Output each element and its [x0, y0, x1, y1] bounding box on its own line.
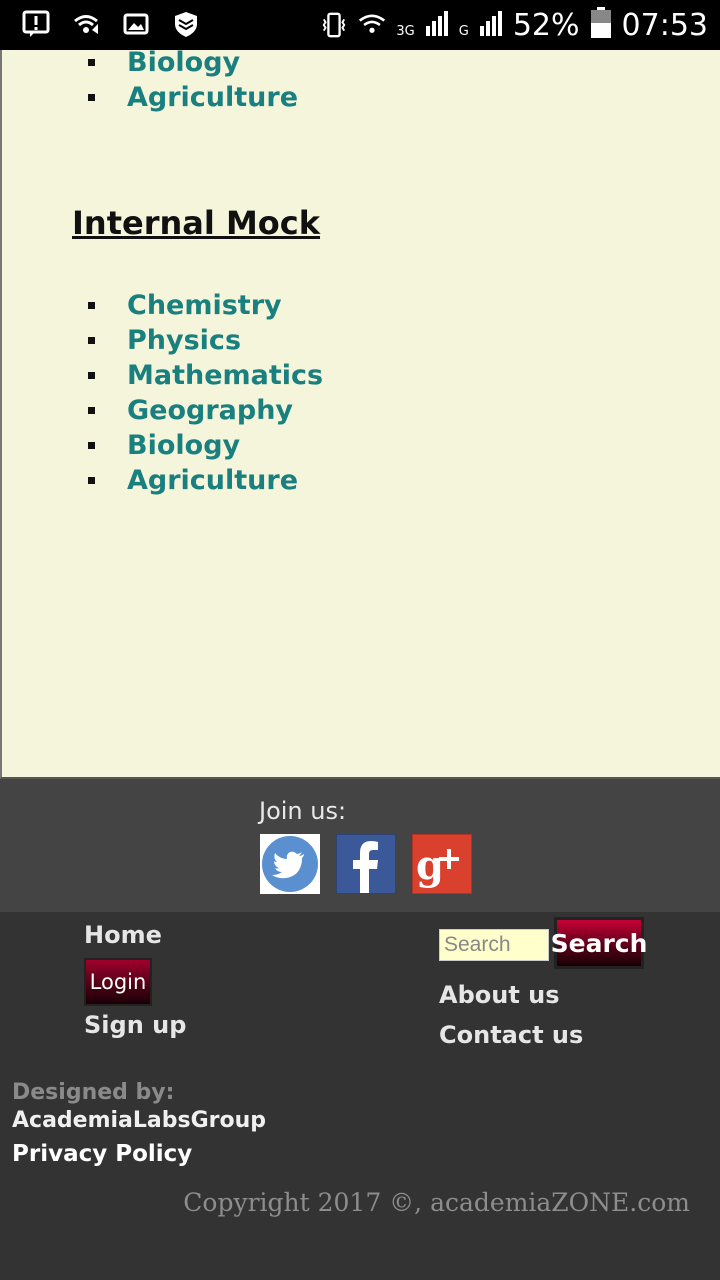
- bullet: [88, 442, 95, 449]
- status-bar: 3G G 52% 07:53: [0, 0, 720, 50]
- clock: 07:53: [621, 7, 708, 43]
- wifi-signal-icon: [72, 10, 100, 38]
- nav-link-contact[interactable]: Contact us: [439, 1021, 583, 1049]
- google-plus-icon[interactable]: g: [412, 834, 472, 894]
- list-item: Biology: [88, 50, 298, 80]
- list-item: Geography: [88, 393, 323, 428]
- bullet: [88, 59, 95, 66]
- search-button[interactable]: Search: [551, 917, 647, 969]
- svg-text:g: g: [416, 842, 444, 889]
- list-item: Agriculture: [88, 463, 323, 498]
- signal-icon: [479, 8, 503, 43]
- bullet: [88, 337, 95, 344]
- image-icon: [122, 10, 150, 38]
- shield-icon: [172, 10, 200, 38]
- nav-link-signup[interactable]: Sign up: [84, 1011, 186, 1039]
- bullet: [88, 477, 95, 484]
- subject-link-agriculture[interactable]: Agriculture: [127, 465, 298, 496]
- subject-link-biology[interactable]: Biology: [127, 50, 240, 78]
- battery-percent: 52%: [512, 7, 580, 43]
- mock-subject-list: Chemistry Physics Mathematics Geography …: [88, 288, 323, 498]
- list-item: Biology: [88, 428, 323, 463]
- bullet: [88, 94, 95, 101]
- vibrate-icon: [320, 11, 348, 39]
- nav-link-home[interactable]: Home: [84, 921, 162, 949]
- subject-link-mathematics[interactable]: Mathematics: [127, 360, 323, 391]
- subject-list-top: Biology Agriculture: [88, 50, 298, 115]
- network-label-3g: 3G: [396, 23, 415, 39]
- subject-link-geography[interactable]: Geography: [127, 395, 293, 426]
- battery-icon: [590, 6, 612, 44]
- footer: Home Login Sign up Search Search About u…: [0, 912, 720, 1280]
- copyright-text: Copyright 2017 ©, academiaZONE.com: [183, 1188, 690, 1217]
- main-content: Biology Agriculture Internal Mock Chemis…: [0, 50, 720, 779]
- bullet: [88, 302, 95, 309]
- privacy-policy-link[interactable]: Privacy Policy: [12, 1141, 192, 1167]
- subject-link-biology[interactable]: Biology: [127, 430, 240, 461]
- login-button[interactable]: Login: [84, 958, 152, 1006]
- facebook-icon[interactable]: [336, 834, 396, 894]
- list-item: Mathematics: [88, 358, 323, 393]
- signal-icon: [425, 8, 449, 43]
- join-us-section: Join us: g: [0, 779, 720, 912]
- join-us-label: Join us:: [259, 797, 347, 825]
- nav-link-about[interactable]: About us: [439, 981, 560, 1009]
- network-label-g: G: [458, 23, 469, 39]
- twitter-icon[interactable]: [260, 834, 320, 894]
- list-item: Chemistry: [88, 288, 323, 323]
- list-item: Physics: [88, 323, 323, 358]
- alert-icon: [22, 10, 50, 38]
- subject-link-agriculture[interactable]: Agriculture: [127, 82, 298, 113]
- section-title: Internal Mock: [72, 204, 321, 242]
- list-item: Agriculture: [88, 80, 298, 115]
- bullet: [88, 372, 95, 379]
- designed-by-label: Designed by:: [12, 1080, 175, 1105]
- designer-link[interactable]: AcademiaLabsGroup: [12, 1108, 266, 1133]
- bullet: [88, 407, 95, 414]
- wifi-icon: [358, 11, 386, 39]
- subject-link-chemistry[interactable]: Chemistry: [127, 290, 282, 321]
- search-input[interactable]: Search: [439, 929, 549, 961]
- subject-link-physics[interactable]: Physics: [127, 325, 241, 356]
